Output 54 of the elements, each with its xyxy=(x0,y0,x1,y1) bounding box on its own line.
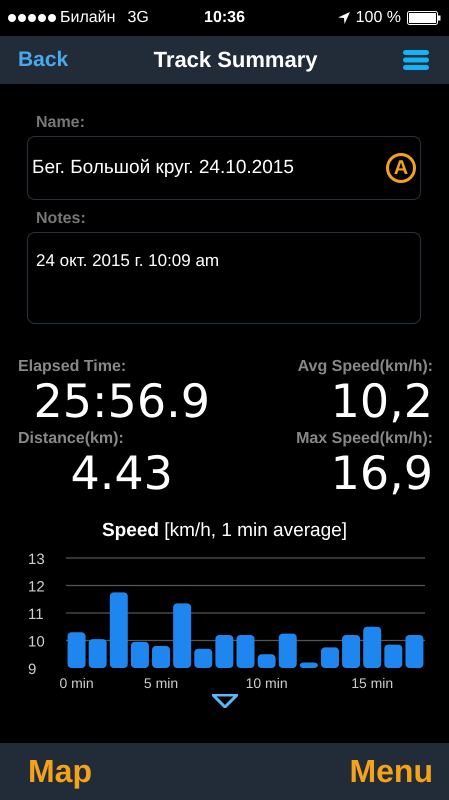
menu-icon xyxy=(403,50,431,70)
auto-badge[interactable]: A xyxy=(386,153,416,183)
bar xyxy=(215,635,234,668)
bar xyxy=(320,647,339,668)
bar xyxy=(152,646,170,668)
stat-label: Distance(km): xyxy=(18,430,124,448)
bar xyxy=(300,662,318,668)
bar xyxy=(342,635,360,668)
battery-percent: 100 % xyxy=(356,9,402,27)
stat-value: 25:56.9 xyxy=(34,376,210,426)
bar xyxy=(88,639,107,668)
menu-text-button[interactable]: Menu xyxy=(349,753,433,790)
bar xyxy=(130,642,149,668)
axis-label: 12 xyxy=(28,578,45,596)
carrier: Билайн xyxy=(60,9,116,27)
bar xyxy=(173,603,192,668)
bar xyxy=(363,626,382,668)
stat-value: 16,9 xyxy=(330,448,433,498)
bar xyxy=(384,644,402,668)
axis-label: 10 xyxy=(28,634,45,650)
stat-label: Avg Speed(km/h): xyxy=(298,358,433,376)
screen-title: Track Summary xyxy=(152,47,319,73)
axis-label: 11 xyxy=(28,606,44,623)
bar xyxy=(68,632,86,668)
menu-button[interactable] xyxy=(403,50,431,70)
field-label: Name: xyxy=(36,114,86,132)
clock: 10:36 xyxy=(204,9,245,27)
back-button[interactable]: Back xyxy=(18,48,68,72)
expand-arrow-icon[interactable] xyxy=(212,694,238,708)
axis-label: 13 xyxy=(28,551,45,568)
bar xyxy=(278,634,297,668)
map-button[interactable]: Map xyxy=(28,753,92,790)
location-arrow-icon xyxy=(338,12,350,24)
chart-title: Speed [km/h, 1 min average] xyxy=(102,520,347,542)
bar xyxy=(258,654,276,668)
stat-value: 4.43 xyxy=(70,448,173,498)
stat-label: Max Speed(km/h): xyxy=(296,430,433,448)
name-field[interactable]: Бег. Большой круг. 24.10.2015 A xyxy=(27,136,421,200)
signal-icon xyxy=(8,14,56,22)
field-label: Notes: xyxy=(36,210,87,228)
network-type: 3G xyxy=(127,9,149,27)
bar xyxy=(405,635,424,668)
stat-label: Elapsed Time: xyxy=(18,358,126,376)
bar xyxy=(194,648,212,668)
name-value: Бег. Большой круг. 24.10.2015 xyxy=(32,157,295,179)
axis-label: 0 min xyxy=(59,675,94,691)
battery-icon xyxy=(407,11,442,25)
bar xyxy=(236,635,254,668)
notes-field[interactable]: 24 окт. 2015 г. 10:09 am xyxy=(27,232,421,324)
axis-label: 5 min xyxy=(144,675,178,691)
stat-value: 10,2 xyxy=(330,376,433,426)
axis-label: 15 min xyxy=(351,675,394,691)
axis-label: 9 xyxy=(28,661,36,678)
axis-label: 10 min xyxy=(246,675,288,691)
